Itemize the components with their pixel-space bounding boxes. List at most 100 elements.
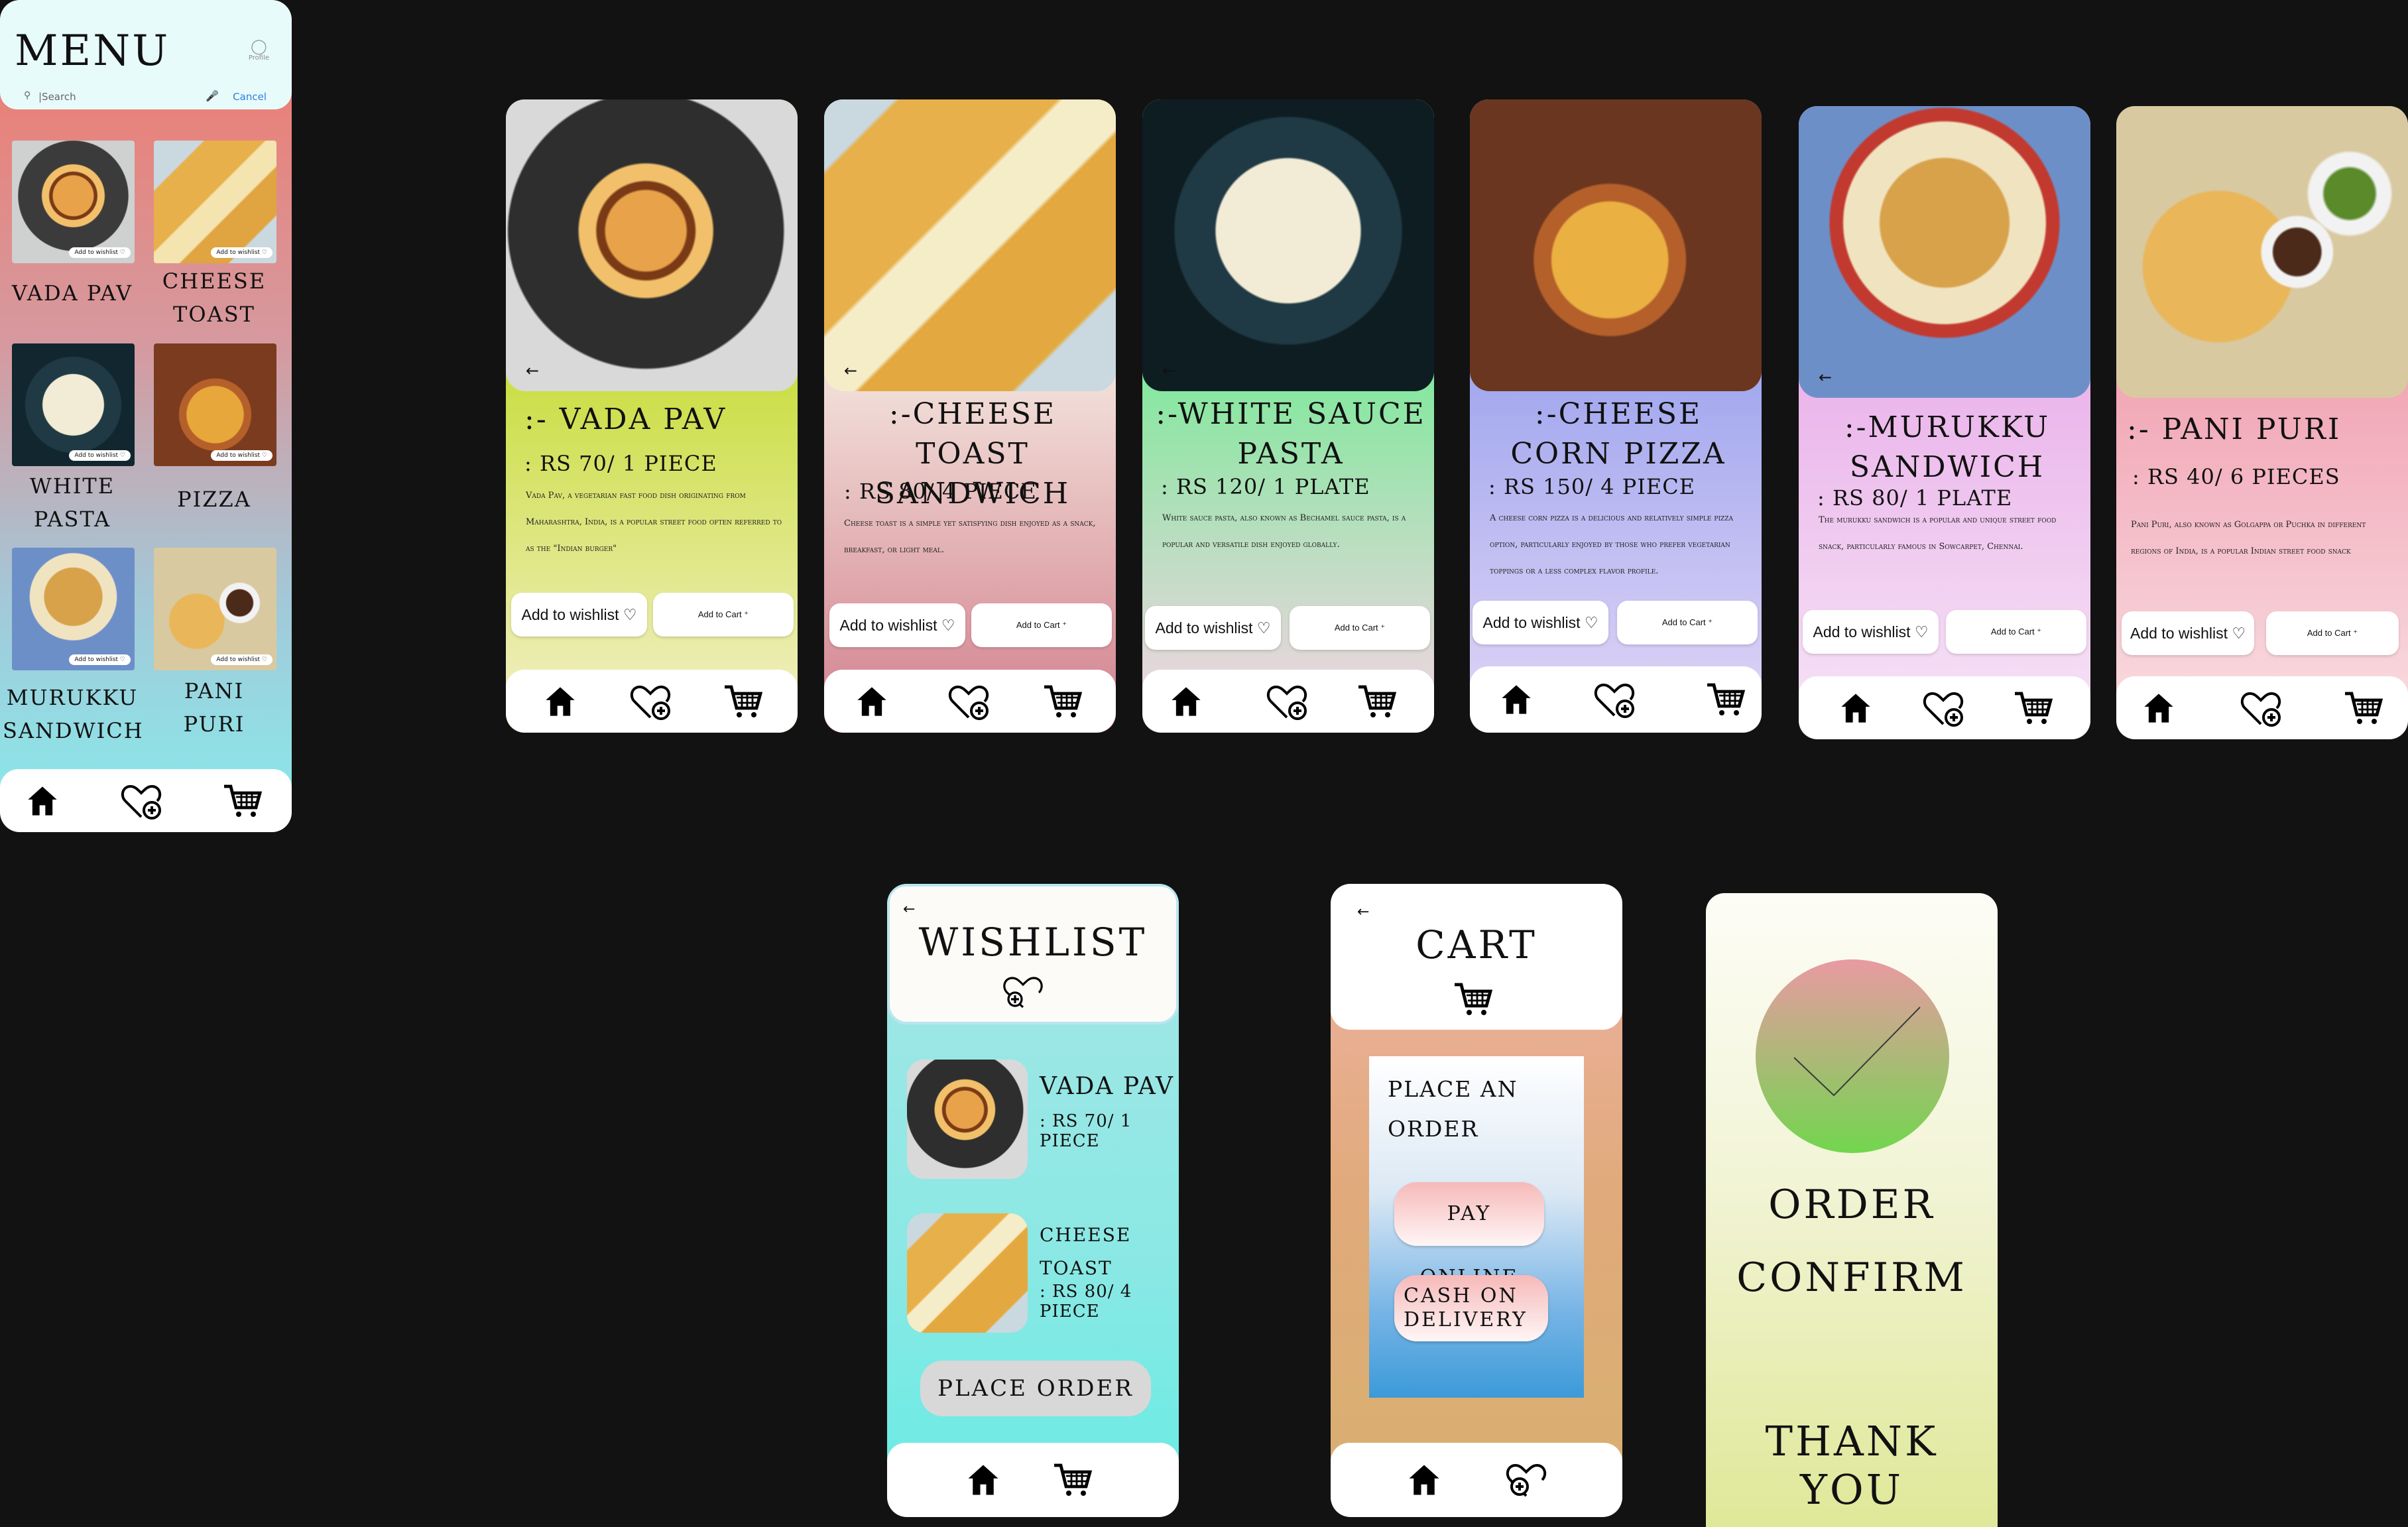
- pay-online-button[interactable]: PAY ONLINE: [1394, 1182, 1544, 1289]
- profile-label: Profile: [248, 54, 269, 62]
- panel-title: PLACE AN ORDER: [1388, 1076, 1518, 1142]
- wishlist-heart-icon: [1003, 977, 1043, 1008]
- menu-item-label: PANI PURI: [183, 678, 245, 737]
- bottom-nav: [1799, 676, 2090, 739]
- dish-title: :-MURUKKU SANDWICH: [1844, 410, 2051, 484]
- profile-button[interactable]: ◯ Profile: [249, 40, 269, 62]
- dish-price: : RS 150/ 4 PIECE: [1488, 474, 1696, 499]
- add-to-cart-button[interactable]: Add to Cart ⁺: [2266, 611, 2399, 655]
- menu-item-murukku-sandwich[interactable]: Add to wishlist ♡: [12, 548, 135, 670]
- search-input[interactable]: |Search: [38, 91, 76, 103]
- cart-screen: ← CART PLACE AN ORDER PAY ONLINE CASH ON…: [1331, 884, 1622, 1517]
- cart-icon[interactable]: [223, 784, 263, 818]
- home-icon[interactable]: [25, 784, 60, 818]
- wishlist-item-name: CHEESE TOAST: [1040, 1224, 1132, 1279]
- add-to-cart-button[interactable]: Add to Cart ⁺: [971, 603, 1112, 647]
- menu-item-pani-puri[interactable]: Add to wishlist ♡: [154, 548, 276, 670]
- white-pasta-photo: [12, 343, 135, 466]
- order-confirm-heading: ORDER CONFIRM: [1736, 1182, 1967, 1301]
- add-to-wishlist-icon[interactable]: [119, 781, 163, 821]
- add-to-wishlist-icon[interactable]: [1504, 1460, 1548, 1500]
- menu-item-cheese-toast[interactable]: Add to wishlist ♡: [154, 141, 276, 263]
- add-to-wishlist-icon[interactable]: [1265, 682, 1309, 721]
- search-bar[interactable]: ⚲ |Search 🎤 Cancel: [15, 87, 267, 107]
- pani-puri-photo: [2116, 106, 2408, 398]
- home-icon[interactable]: [1838, 691, 1873, 725]
- add-to-wishlist-icon[interactable]: [1921, 688, 1965, 728]
- checkmark-icon: [1793, 1007, 1921, 1097]
- add-to-wishlist-badge[interactable]: Add to wishlist ♡: [211, 654, 272, 665]
- bottom-nav: [887, 1443, 1179, 1517]
- add-to-wishlist-icon[interactable]: [947, 682, 991, 721]
- add-to-wishlist-icon[interactable]: [1593, 680, 1636, 719]
- add-to-wishlist-badge[interactable]: Add to wishlist ♡: [69, 450, 131, 461]
- cart-icon[interactable]: [1357, 684, 1397, 719]
- menu-title: MENU: [15, 27, 170, 76]
- cash-on-delivery-button[interactable]: CASH ON DELIVERY: [1394, 1275, 1548, 1341]
- add-to-wishlist-badge[interactable]: Add to wishlist ♡: [211, 247, 272, 258]
- cart-icon[interactable]: [723, 684, 763, 719]
- cart-icon[interactable]: [1053, 1463, 1093, 1497]
- home-icon[interactable]: [543, 684, 577, 719]
- menu-item-pizza[interactable]: Add to wishlist ♡: [154, 343, 276, 466]
- add-to-wishlist-button[interactable]: Add to wishlist ♡: [1803, 610, 1939, 654]
- wishlist-item-price: : RS 80/ 4 PIECE: [1040, 1282, 1132, 1321]
- dish-description: White sauce pasta, also known as Bechame…: [1162, 513, 1406, 550]
- bottom-nav: [1142, 670, 1434, 733]
- cart-icon[interactable]: [2344, 691, 2383, 725]
- bottom-nav: [0, 769, 292, 832]
- back-arrow-icon[interactable]: ←: [1162, 361, 1175, 380]
- home-icon[interactable]: [855, 684, 889, 719]
- add-to-wishlist-button[interactable]: Add to wishlist ♡: [1145, 606, 1281, 650]
- menu-item-label: WHITE PASTA: [29, 473, 115, 532]
- add-to-wishlist-icon[interactable]: [2239, 688, 2283, 728]
- cart-icon[interactable]: [1706, 682, 1746, 717]
- add-to-wishlist-button[interactable]: Add to wishlist ♡: [829, 603, 965, 647]
- place-order-button[interactable]: PLACE ORDER: [920, 1361, 1151, 1416]
- dish-description: The murukku sandwich is a popular and un…: [1819, 515, 2057, 552]
- dish-price: : RS 70/ 1 PIECE: [524, 451, 717, 476]
- menu-item-label: PIZZA: [177, 487, 251, 512]
- dish-title: :- PANI PURI: [2127, 412, 2342, 446]
- home-icon[interactable]: [2141, 691, 2176, 725]
- bottom-nav: [824, 670, 1116, 733]
- dish-description: Pani Puri, also known as Golgappa or Puc…: [2131, 520, 2366, 556]
- back-arrow-icon[interactable]: ←: [903, 901, 915, 918]
- home-icon[interactable]: [1499, 682, 1534, 717]
- order-confirm-screen: ORDER CONFIRM THANK YOU: [1706, 893, 1998, 1527]
- wishlist-item-name: VADA PAV: [1040, 1073, 1174, 1100]
- menu-screen: MENU ◯ Profile ⚲ |Search 🎤 Cancel Add to…: [0, 0, 292, 832]
- add-to-cart-button[interactable]: Add to Cart ⁺: [1946, 610, 2086, 654]
- cart-icon[interactable]: [2014, 691, 2053, 725]
- add-to-wishlist-button[interactable]: Add to wishlist ♡: [2122, 611, 2254, 655]
- microphone-icon[interactable]: 🎤: [206, 90, 219, 102]
- add-to-wishlist-button[interactable]: Add to wishlist ♡: [511, 593, 647, 637]
- home-icon[interactable]: [965, 1462, 1001, 1498]
- add-to-wishlist-badge[interactable]: Add to wishlist ♡: [69, 247, 131, 258]
- cheese-toast-photo: [824, 99, 1116, 391]
- confirm-circle: [1756, 959, 1949, 1153]
- back-arrow-icon[interactable]: ←: [1819, 368, 1832, 387]
- back-arrow-icon[interactable]: ←: [1357, 904, 1369, 920]
- add-to-wishlist-icon[interactable]: [629, 682, 672, 721]
- back-arrow-icon[interactable]: ←: [844, 361, 857, 380]
- dish-title: :-CHEESE CORN PIZZA: [1510, 397, 1726, 471]
- wishlist-vada-pav-photo: [907, 1060, 1028, 1179]
- search-cancel-button[interactable]: Cancel: [233, 91, 267, 103]
- menu-item-vada-pav[interactable]: Add to wishlist ♡: [12, 141, 135, 263]
- back-arrow-icon[interactable]: ←: [526, 361, 539, 380]
- cart-icon[interactable]: [1043, 684, 1083, 719]
- add-to-wishlist-badge[interactable]: Add to wishlist ♡: [211, 450, 272, 461]
- add-to-cart-button[interactable]: Add to Cart ⁺: [653, 593, 794, 637]
- thank-you-text: THANK YOU: [1765, 1417, 1939, 1514]
- search-icon: ⚲: [24, 90, 31, 101]
- murukku-sandwich-photo: [1799, 106, 2090, 398]
- add-to-cart-button[interactable]: Add to Cart ⁺: [1617, 601, 1758, 644]
- add-to-cart-button[interactable]: Add to Cart ⁺: [1290, 606, 1430, 650]
- menu-item-white-pasta[interactable]: Add to wishlist ♡: [12, 343, 135, 466]
- home-icon[interactable]: [1406, 1462, 1442, 1498]
- add-to-wishlist-button[interactable]: Add to wishlist ♡: [1473, 601, 1608, 644]
- add-to-wishlist-badge[interactable]: Add to wishlist ♡: [69, 654, 131, 665]
- home-icon[interactable]: [1169, 684, 1203, 719]
- detail-screen-murukku-sandwich: ← :-MURUKKU SANDWICH : RS 80/ 1 PLATE Th…: [1799, 106, 2090, 739]
